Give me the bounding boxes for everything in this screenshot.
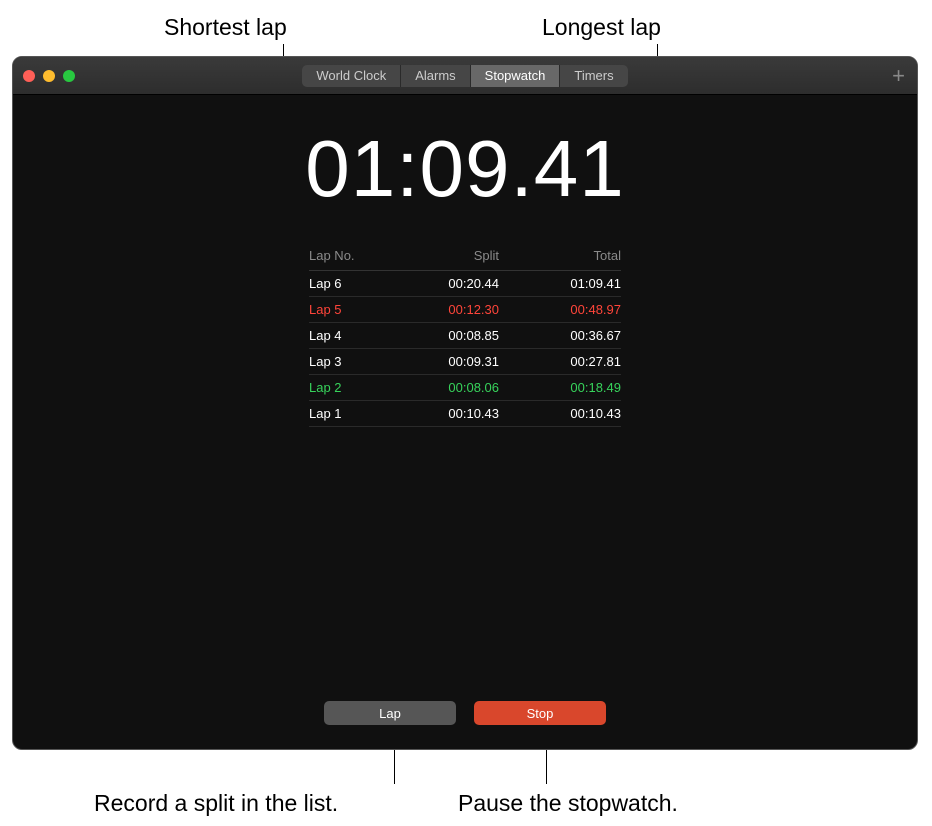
lap-cell-split: 00:08.85 <box>399 328 529 343</box>
close-icon[interactable] <box>23 70 35 82</box>
traffic-lights <box>23 70 75 82</box>
lap-cell-split: 00:09.31 <box>399 354 529 369</box>
lap-cell-split: 00:08.06 <box>399 380 529 395</box>
stopwatch-time: 01:09.41 <box>305 129 624 209</box>
stop-button[interactable]: Stop <box>474 701 606 725</box>
tab-timers[interactable]: Timers <box>560 65 627 87</box>
tab-stopwatch[interactable]: Stopwatch <box>471 65 561 87</box>
lap-row: Lap 600:20.4401:09.41 <box>309 271 621 297</box>
button-row: Lap Stop <box>13 701 917 725</box>
app-window: World ClockAlarmsStopwatchTimers + 01:09… <box>12 56 918 750</box>
callout-line <box>394 750 395 784</box>
lap-table: Lap No. Split Total Lap 600:20.4401:09.4… <box>309 243 621 427</box>
lap-button[interactable]: Lap <box>324 701 456 725</box>
lap-cell-lap: Lap 1 <box>309 406 399 421</box>
lap-row: Lap 200:08.0600:18.49 <box>309 375 621 401</box>
lap-cell-split: 00:20.44 <box>399 276 529 291</box>
tab-world-clock[interactable]: World Clock <box>302 65 401 87</box>
callout-shortest: Shortest lap <box>164 14 287 41</box>
lap-table-header: Lap No. Split Total <box>309 243 621 271</box>
col-header-lap: Lap No. <box>309 248 399 263</box>
tab-segmented-control: World ClockAlarmsStopwatchTimers <box>302 65 627 87</box>
lap-cell-total: 00:27.81 <box>529 354 621 369</box>
lap-cell-total: 00:18.49 <box>529 380 621 395</box>
col-header-split: Split <box>399 248 529 263</box>
lap-cell-split: 00:10.43 <box>399 406 529 421</box>
lap-row: Lap 500:12.3000:48.97 <box>309 297 621 323</box>
lap-row: Lap 300:09.3100:27.81 <box>309 349 621 375</box>
titlebar: World ClockAlarmsStopwatchTimers + <box>13 57 917 95</box>
plus-icon[interactable]: + <box>892 65 905 87</box>
lap-cell-total: 00:48.97 <box>529 302 621 317</box>
maximize-icon[interactable] <box>63 70 75 82</box>
callout-line <box>546 750 547 784</box>
col-header-total: Total <box>529 248 621 263</box>
lap-cell-total: 01:09.41 <box>529 276 621 291</box>
lap-row: Lap 100:10.4300:10.43 <box>309 401 621 427</box>
lap-cell-lap: Lap 6 <box>309 276 399 291</box>
lap-cell-lap: Lap 3 <box>309 354 399 369</box>
callout-pause: Pause the stopwatch. <box>458 790 678 817</box>
lap-row: Lap 400:08.8500:36.67 <box>309 323 621 349</box>
lap-cell-lap: Lap 2 <box>309 380 399 395</box>
tab-alarms[interactable]: Alarms <box>401 65 470 87</box>
callout-longest: Longest lap <box>542 14 661 41</box>
minimize-icon[interactable] <box>43 70 55 82</box>
callout-record: Record a split in the list. <box>94 790 338 817</box>
lap-cell-lap: Lap 5 <box>309 302 399 317</box>
lap-cell-split: 00:12.30 <box>399 302 529 317</box>
content-area: 01:09.41 Lap No. Split Total Lap 600:20.… <box>13 95 917 749</box>
lap-cell-lap: Lap 4 <box>309 328 399 343</box>
lap-cell-total: 00:36.67 <box>529 328 621 343</box>
lap-cell-total: 00:10.43 <box>529 406 621 421</box>
